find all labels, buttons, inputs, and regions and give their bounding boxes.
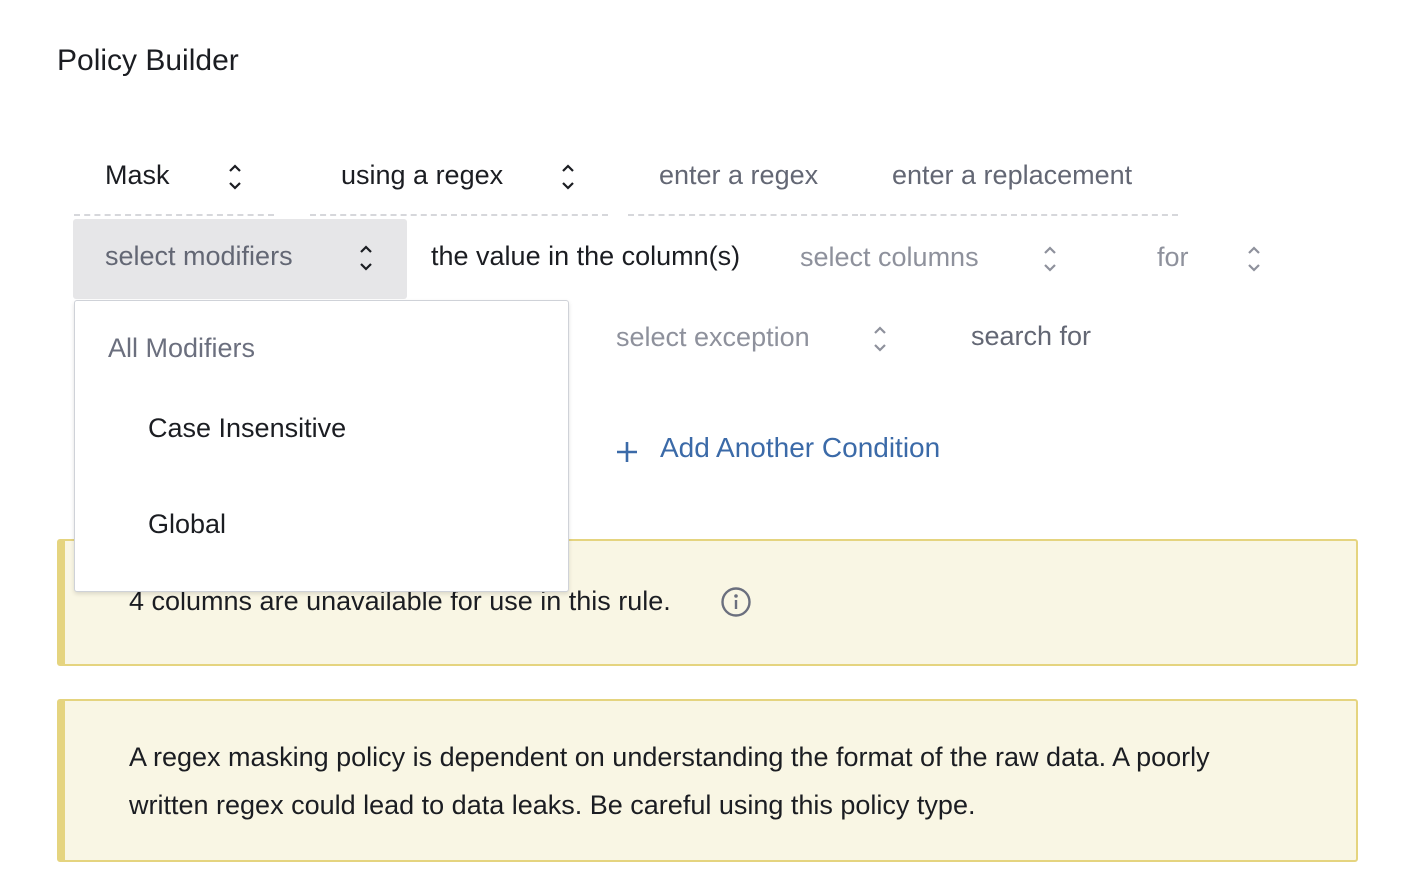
dropdown-group-all-modifiers[interactable]: All Modifiers bbox=[108, 333, 255, 364]
action-underline bbox=[74, 214, 274, 216]
dropdown-option-case-insensitive[interactable]: Case Insensitive bbox=[148, 413, 346, 444]
action-select[interactable]: Mask bbox=[105, 160, 170, 191]
regex-input[interactable]: enter a regex bbox=[659, 160, 818, 191]
chevron-updown-icon bbox=[359, 243, 373, 273]
columns-label: the value in the column(s) bbox=[431, 241, 741, 271]
info-icon[interactable] bbox=[720, 586, 752, 618]
page-title: Policy Builder bbox=[57, 44, 239, 77]
regex-underline bbox=[628, 214, 858, 216]
dropdown-option-global[interactable]: Global bbox=[148, 509, 226, 540]
add-condition-button[interactable]: Add Another Condition bbox=[613, 432, 953, 472]
method-underline bbox=[310, 214, 608, 216]
replacement-input[interactable]: enter a replacement bbox=[892, 160, 1132, 191]
chevron-updown-icon[interactable] bbox=[228, 162, 242, 192]
exception-select[interactable]: select exception bbox=[616, 322, 810, 353]
regex-warning-notice: A regex masking policy is dependent on u… bbox=[57, 699, 1358, 862]
modifiers-placeholder: select modifiers bbox=[105, 241, 293, 271]
plus-icon bbox=[615, 440, 639, 464]
modifiers-dropdown: All Modifiers Case Insensitive Global bbox=[74, 300, 569, 592]
warning-line-1: A regex masking policy is dependent on u… bbox=[129, 742, 1210, 772]
add-condition-label: Add Another Condition bbox=[660, 432, 941, 463]
modifiers-select[interactable]: select modifiers bbox=[73, 219, 407, 299]
chevron-updown-icon[interactable] bbox=[1043, 244, 1057, 274]
method-select[interactable]: using a regex bbox=[341, 160, 503, 191]
search-for-input[interactable]: search for bbox=[971, 321, 1091, 352]
chevron-updown-icon[interactable] bbox=[1247, 244, 1261, 274]
warning-line-2: written regex could lead to data leaks. … bbox=[129, 790, 976, 820]
chevron-updown-icon[interactable] bbox=[561, 162, 575, 192]
columns-select[interactable]: select columns bbox=[800, 242, 979, 273]
replacement-underline bbox=[860, 214, 1178, 216]
for-select[interactable]: for bbox=[1157, 242, 1189, 273]
chevron-updown-icon[interactable] bbox=[873, 324, 887, 354]
